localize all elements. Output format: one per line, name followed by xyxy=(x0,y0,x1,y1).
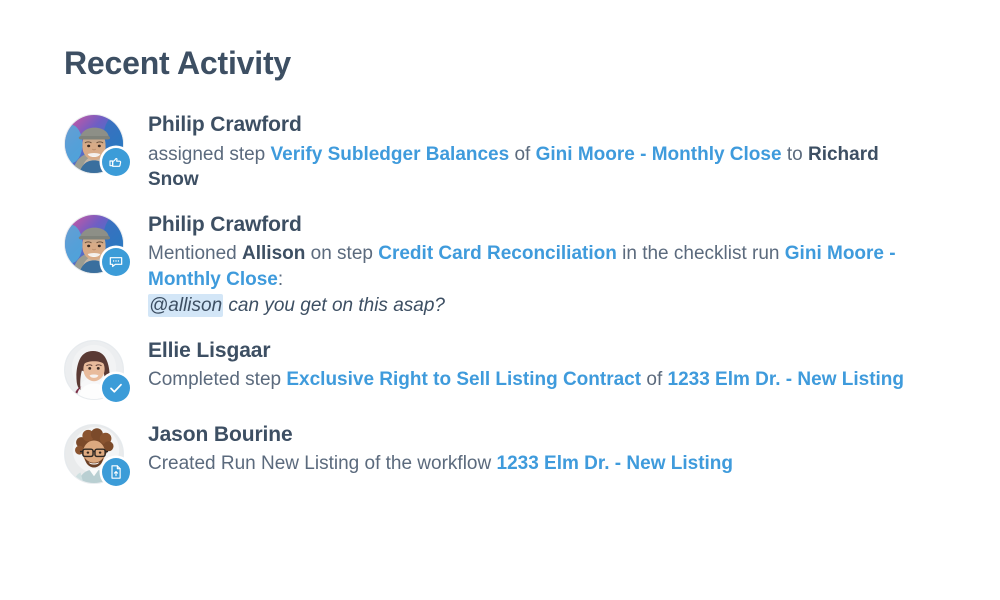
activity-text-fragment: of xyxy=(509,143,536,165)
activity-text-fragment: Completed step xyxy=(148,369,287,391)
activity-link[interactable]: 1233 Elm Dr. - New Listing xyxy=(668,369,905,390)
document-upload-icon xyxy=(102,458,130,487)
activity-body: Jason Bourine Created Run New Listing of … xyxy=(148,422,940,477)
check-icon xyxy=(102,374,130,403)
pointing-hand-icon xyxy=(102,148,130,177)
activity-item: Ellie Lisgaar Completed step Exclusive Ri… xyxy=(64,338,940,403)
page-title: Recent Activity xyxy=(64,45,292,81)
activity-description: Created Run New Listing of the workflow … xyxy=(148,451,908,476)
activity-text-fragment: : xyxy=(277,268,284,290)
activity-emphasis: Allison xyxy=(242,243,306,265)
activity-item: Philip Crawford assigned step Verify Subl… xyxy=(64,112,940,192)
activity-body: Philip Crawford Mentioned Allison on step… xyxy=(148,212,940,318)
activity-item: Philip Crawford Mentioned Allison on step… xyxy=(64,212,940,318)
activity-text-fragment: Mentioned xyxy=(148,243,243,265)
avatar-with-badge xyxy=(64,114,130,177)
avatar-with-badge xyxy=(64,424,130,487)
activity-item: Jason Bourine Created Run New Listing of … xyxy=(64,422,940,487)
actor-name[interactable]: Philip Crawford xyxy=(148,212,940,238)
comment-bubble-icon xyxy=(102,248,130,277)
actor-name[interactable]: Ellie Lisgaar xyxy=(148,338,940,364)
activity-link[interactable]: Verify Subledger Balances xyxy=(271,144,510,165)
activity-link[interactable]: 1233 Elm Dr. - New Listing xyxy=(497,453,734,474)
activity-link[interactable]: Gini Moore - Monthly Close xyxy=(536,144,782,165)
mention-quote: @allison can you get on this asap? xyxy=(148,293,940,318)
recent-activity-page: Recent Activity Philip Crawford assigned… xyxy=(0,0,1000,600)
actor-name[interactable]: Jason Bourine xyxy=(148,422,940,448)
activity-text-fragment: Created Run New Listing of the workflow xyxy=(148,453,497,475)
activity-body: Philip Crawford assigned step Verify Subl… xyxy=(148,112,940,192)
mention-tag[interactable]: @allison xyxy=(148,293,224,317)
avatar-with-badge xyxy=(64,340,130,403)
mention-quote-text: can you get on this asap? xyxy=(223,294,445,316)
actor-name[interactable]: Philip Crawford xyxy=(148,112,940,138)
activity-link[interactable]: Credit Card Reconciliation xyxy=(378,243,617,264)
activity-description: assigned step Verify Subledger Balances … xyxy=(148,142,908,193)
activity-description: Mentioned Allison on step Credit Card Re… xyxy=(148,241,908,292)
activity-body: Ellie Lisgaar Completed step Exclusive Ri… xyxy=(148,338,940,393)
activity-description: Completed step Exclusive Right to Sell L… xyxy=(148,367,908,392)
activity-feed: Philip Crawford assigned step Verify Subl… xyxy=(64,112,940,487)
avatar-with-badge xyxy=(64,214,130,277)
activity-link[interactable]: Exclusive Right to Sell Listing Contract xyxy=(286,369,641,390)
activity-text-fragment: assigned step xyxy=(148,143,271,165)
activity-text-fragment: of xyxy=(641,369,668,391)
activity-text-fragment: on step xyxy=(305,243,379,265)
activity-text-fragment: in the checklist run xyxy=(616,243,785,265)
activity-text-fragment: to xyxy=(781,143,808,165)
